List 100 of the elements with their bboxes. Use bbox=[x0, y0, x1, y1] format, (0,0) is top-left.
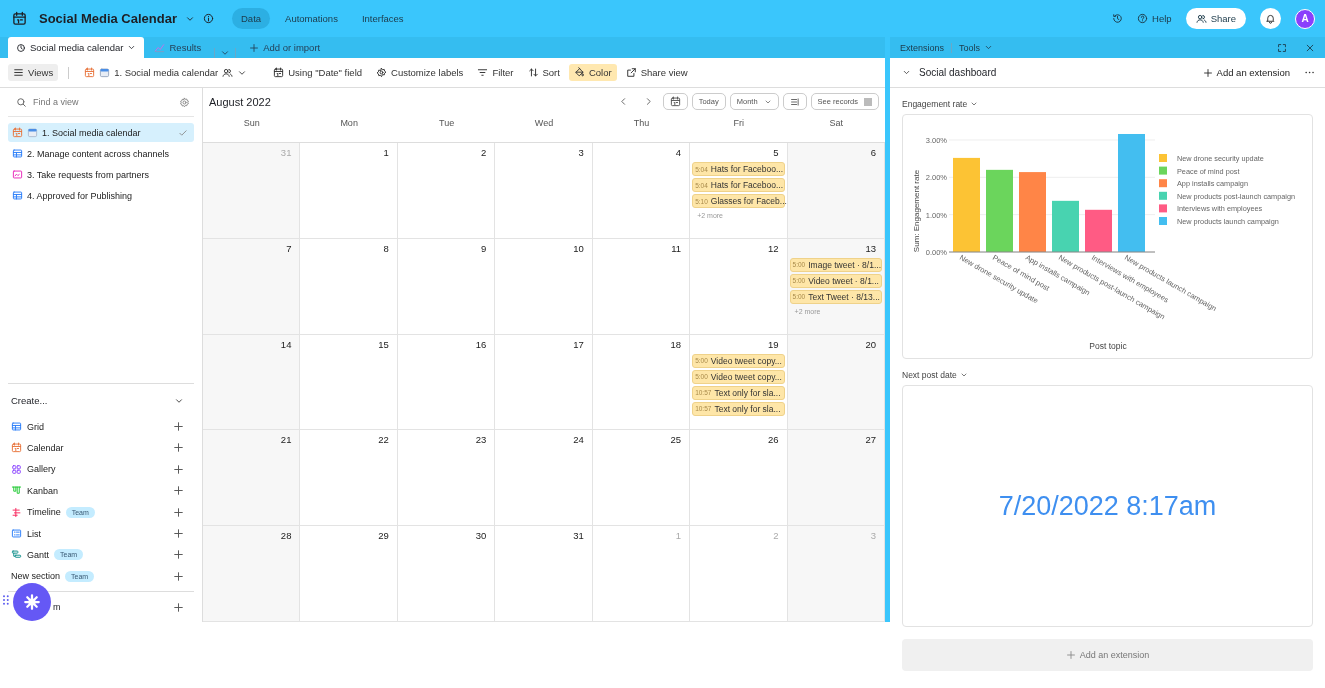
section-title: Engagement rate bbox=[902, 99, 968, 109]
check-icon bbox=[178, 127, 188, 138]
history-icon[interactable] bbox=[1112, 13, 1124, 24]
base-title: Social Media Calendar bbox=[39, 11, 177, 26]
chevron-down-icon[interactable] bbox=[902, 68, 911, 77]
day-number: 1 bbox=[675, 530, 683, 542]
avatar[interactable]: A bbox=[1295, 8, 1315, 29]
paint-bucket-icon bbox=[573, 67, 585, 78]
list-icon bbox=[11, 528, 22, 539]
add-import-button[interactable]: Add or import bbox=[241, 37, 329, 58]
weekday-label: Sat bbox=[828, 117, 845, 130]
create-item[interactable]: Grid bbox=[8, 415, 194, 438]
day-number: 11 bbox=[671, 242, 683, 254]
create-heading: Create... bbox=[11, 395, 48, 407]
day-number: 23 bbox=[475, 434, 488, 446]
day-number: 20 bbox=[865, 338, 877, 350]
toolbar-button[interactable]: Customize labels bbox=[371, 64, 469, 81]
extensions-tab[interactable]: Extensions bbox=[900, 42, 945, 53]
share-button[interactable]: Share bbox=[1185, 8, 1246, 29]
weekday-label: Sun bbox=[242, 117, 261, 130]
assistant-button[interactable] bbox=[13, 583, 51, 621]
close-icon[interactable] bbox=[1305, 42, 1315, 53]
plus-icon bbox=[173, 485, 184, 497]
day-number: 14 bbox=[280, 338, 293, 350]
views-button[interactable]: Views bbox=[8, 64, 59, 81]
nav-tab[interactable]: Automations bbox=[276, 8, 347, 29]
view-switcher[interactable]: 1. Social media calendar bbox=[79, 64, 253, 81]
calendar-icon bbox=[12, 11, 27, 26]
grid-icon bbox=[12, 148, 23, 159]
weekday-label: Tue bbox=[437, 117, 456, 130]
plus-icon[interactable] bbox=[173, 601, 184, 613]
day-number: 2 bbox=[481, 147, 488, 158]
create-item[interactable]: Gallery bbox=[8, 458, 194, 481]
share-icon bbox=[625, 67, 637, 78]
grid-icon bbox=[12, 190, 23, 201]
toolbar-button[interactable]: Filter bbox=[472, 64, 519, 81]
toolbar-button[interactable]: Color bbox=[568, 64, 617, 81]
info-icon[interactable] bbox=[203, 13, 214, 24]
panel-icon bbox=[864, 97, 872, 106]
kanban-icon bbox=[11, 485, 22, 497]
chevron-down-icon[interactable] bbox=[970, 100, 979, 108]
calendar-icon bbox=[99, 67, 111, 78]
day-number: 30 bbox=[475, 530, 488, 542]
chevron-down-icon[interactable] bbox=[959, 371, 968, 379]
day-number: 31 bbox=[280, 147, 293, 158]
day-number: 18 bbox=[670, 338, 683, 350]
calendar-icon bbox=[273, 67, 285, 78]
create-item[interactable]: Kanban bbox=[8, 480, 194, 502]
table-tab[interactable]: Results bbox=[146, 37, 210, 58]
form-icon bbox=[12, 169, 23, 180]
day-number: 27 bbox=[865, 434, 877, 446]
toolbar-button[interactable]: Using "Date" field bbox=[268, 64, 368, 81]
calendar-icon bbox=[669, 96, 681, 107]
axis-title: Post topic bbox=[1089, 341, 1127, 351]
people-icon bbox=[1195, 13, 1207, 24]
filter-icon bbox=[477, 67, 489, 78]
gallery-icon bbox=[11, 463, 22, 475]
help-button[interactable]: Help bbox=[1131, 13, 1178, 24]
sort-icon bbox=[527, 67, 539, 78]
view-item[interactable]: 3. Take requests from partners bbox=[8, 165, 194, 184]
nav-tab[interactable]: Data bbox=[232, 8, 271, 29]
chevron-left-icon bbox=[618, 97, 628, 106]
section-title: Next post date bbox=[902, 370, 957, 380]
view-item[interactable]: 1. Social media calendar bbox=[8, 123, 194, 142]
sparkle-icon bbox=[23, 593, 41, 611]
day-number: 16 bbox=[475, 338, 488, 350]
people-icon bbox=[222, 67, 234, 78]
add-extension-button[interactable]: Add an extension bbox=[1196, 66, 1296, 79]
plus-icon bbox=[1202, 67, 1213, 78]
nav-tab[interactable]: Interfaces bbox=[352, 8, 413, 29]
view-item[interactable]: 4. Approved for Publishing bbox=[8, 186, 194, 205]
day-number: 19 bbox=[768, 338, 780, 350]
day-number: 24 bbox=[573, 434, 585, 446]
plus-icon bbox=[1065, 650, 1076, 660]
chevron-down-icon[interactable] bbox=[220, 48, 231, 58]
layout-button[interactable] bbox=[782, 93, 807, 110]
date-picker-button[interactable] bbox=[662, 93, 688, 110]
day-number: 8 bbox=[383, 242, 390, 254]
add-extension-button[interactable]: Add an extension bbox=[902, 639, 1313, 671]
create-item[interactable]: Calendar bbox=[8, 437, 194, 459]
view-item[interactable]: 2. Manage content across channels bbox=[8, 144, 194, 163]
bar bbox=[1085, 209, 1112, 252]
tools-menu[interactable]: Tools bbox=[959, 42, 981, 53]
chevron-down-icon bbox=[984, 43, 994, 52]
day-number: 28 bbox=[280, 530, 293, 542]
toolbar-button[interactable]: Sort bbox=[522, 64, 565, 81]
notifications-button[interactable] bbox=[1260, 8, 1281, 29]
create-item[interactable]: m bbox=[53, 602, 61, 612]
create-item[interactable]: List bbox=[8, 522, 194, 545]
toolbar-button[interactable]: Share view bbox=[620, 64, 693, 81]
day-number: 12 bbox=[768, 242, 780, 254]
search-field[interactable]: Find a view bbox=[33, 97, 173, 107]
settings-icon[interactable] bbox=[179, 96, 190, 108]
grid-icon bbox=[11, 421, 22, 433]
weekday-label: Wed bbox=[533, 117, 555, 130]
expand-icon[interactable] bbox=[1277, 42, 1287, 53]
day-number: 26 bbox=[768, 434, 780, 446]
table-tab[interactable]: Social media calendar bbox=[8, 37, 145, 58]
bar bbox=[1052, 200, 1079, 252]
calendar-icon bbox=[11, 442, 22, 454]
